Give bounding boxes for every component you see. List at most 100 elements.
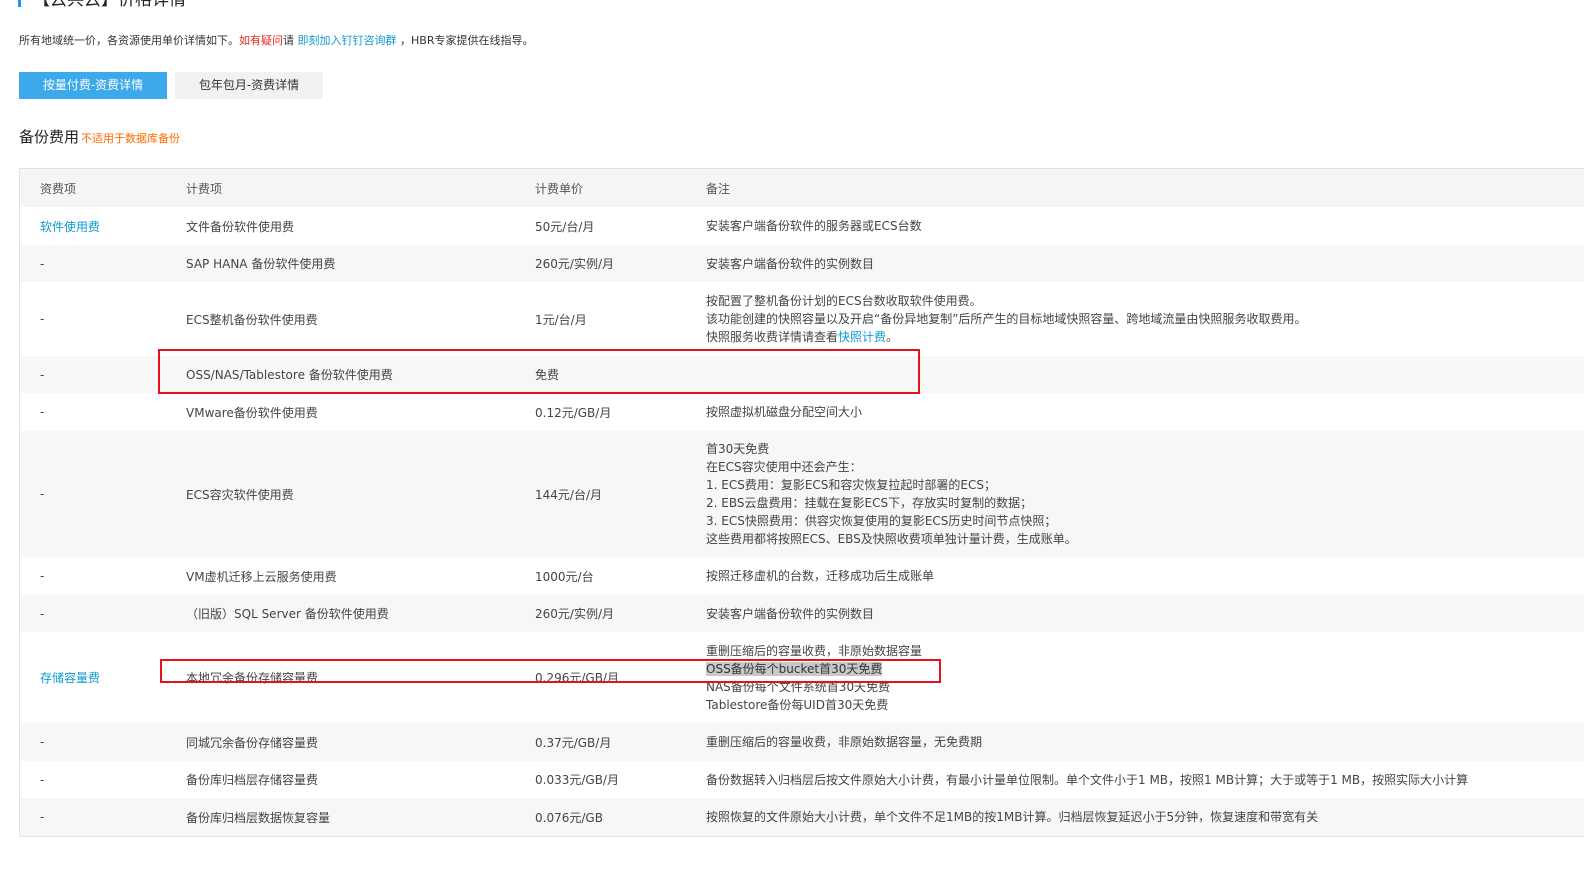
table-cell-price: 0.296元/GB/月 (535, 671, 619, 685)
table-row: 软件使用费 文件备份软件使用费 50元/台/月 安装客户端备份软件的服务器或EC… (20, 207, 1584, 245)
table-cell-notes: 重删压缩后的容量收费，非原始数据容量 OSS备份每个bucket首30天免费 N… (706, 632, 1584, 723)
table-row: - ECS整机备份软件使用费 1元/台/月 按配置了整机备份计划的ECS台数收取… (20, 282, 1584, 356)
header-notes: 备注 (706, 181, 731, 196)
snapshot-pricing-link[interactable]: 快照计费 (838, 330, 886, 344)
section-title: 备份费用 不适用于数据库备份 (19, 127, 180, 147)
table-cell-price: 50元/台/月 (535, 219, 595, 234)
note-line: NAS备份每个文件系统首30天免费 (706, 679, 891, 694)
table-cell-category: - (40, 256, 45, 271)
table-cell-category: - (40, 367, 45, 382)
table-cell-category: - (40, 772, 45, 787)
note-text: 。 (886, 330, 899, 344)
table-cell-item: 同城冗余备份存储容量费 (186, 735, 319, 750)
note-line: 按照迁移虚机的台数，迁移成功后生成账单 (706, 569, 935, 583)
intro-text-1: 所有地域统一价，各资源使用单价详情如下。 (19, 34, 239, 47)
table-row: - 备份库归档层存储容量费 0.033元/GB/月 备份数据转入归档层后按文件原… (20, 761, 1584, 798)
table-cell-item: ECS整机备份软件使用费 (186, 312, 318, 327)
note-line: 安装客户端备份软件的实例数目 (706, 606, 875, 621)
table-cell-notes: 备份数据转入归档层后按文件原始大小计费，有最小计量单位限制。单个文件小于1 MB… (706, 761, 1584, 798)
note-line: 重删压缩后的容量收费，非原始数据容量 (706, 643, 923, 658)
tab-subscription[interactable]: 包年包月-资费详情 (175, 72, 323, 99)
pricing-table: 资费项 计费项 计费单价 备注 软件使用费 文件备份软件使用费 50元/台/月 … (19, 168, 1584, 837)
note-line: Tablestore备份每UID首30天免费 (706, 697, 889, 712)
table-row: - 备份库归档层数据恢复容量 0.076元/GB 按照恢复的文件原始大小计费，单… (20, 798, 1584, 836)
table-row: - 同城冗余备份存储容量费 0.37元/GB/月 重删压缩后的容量收费，非原始数… (20, 723, 1584, 761)
table-cell-price: 0.37元/GB/月 (535, 735, 612, 750)
table-cell-item: VMware备份软件使用费 (186, 405, 318, 420)
note-line: 在ECS容灾使用中还会产生： (706, 460, 862, 474)
table-cell-item: 文件备份软件使用费 (186, 219, 295, 234)
table-cell-category: - (40, 487, 45, 501)
table-cell-notes (706, 356, 1584, 393)
note-line: 1. ECS费用：复影ECS和容灾恢复拉起时部署的ECS； (706, 478, 996, 492)
note-text: 快照服务收费详情请查看 (706, 330, 839, 344)
table-cell-notes: 安装客户端备份软件的实例数目 (706, 245, 1584, 282)
note-line: 安装客户端备份软件的实例数目 (706, 256, 875, 271)
category-link-software[interactable]: 软件使用费 (40, 218, 100, 235)
table-header-row: 资费项 计费项 计费单价 备注 (20, 169, 1584, 207)
table-cell-notes: 按照虚拟机磁盘分配空间大小 (706, 393, 1584, 431)
note-line: 按照虚拟机磁盘分配空间大小 (706, 405, 863, 419)
table-cell-notes: 首30天免费 在ECS容灾使用中还会产生： 1. ECS费用：复影ECS和容灾恢… (706, 431, 1584, 557)
section-title-text: 备份费用 (19, 128, 80, 146)
table-cell-category: - (40, 312, 45, 326)
table-row: 存储容量费 本地冗余备份存储容量费 0.296元/GB/月 重删压缩后的容量收费… (20, 632, 1584, 723)
table-row: - VM虚机迁移上云服务使用费 1000元/台 按照迁移虚机的台数，迁移成功后生… (20, 557, 1584, 595)
table-cell-price: 0.12元/GB/月 (535, 405, 612, 420)
table-row: - （旧版）SQL Server 备份软件使用费 260元/实例/月 安装客户端… (20, 595, 1584, 632)
intro-text: 所有地域统一价，各资源使用单价详情如下。如有疑问请 即刻加入钉钉咨询群 ，HBR… (19, 33, 533, 49)
table-cell-price: 0.033元/GB/月 (535, 773, 619, 787)
table-cell-category: - (40, 810, 45, 824)
table-cell-notes: 安装客户端备份软件的服务器或ECS台数 (706, 207, 1584, 245)
table-cell-category: - (40, 569, 45, 583)
table-cell-price: 260元/实例/月 (535, 607, 614, 621)
note-line: 备份数据转入归档层后按文件原始大小计费，有最小计量单位限制。单个文件小于1 MB… (706, 772, 1469, 787)
table-cell-price: 144元/台/月 (535, 487, 602, 502)
table-cell-item: VM虚机迁移上云服务使用费 (186, 569, 337, 584)
table-cell-price: 0.076元/GB (535, 810, 603, 825)
table-row: - ECS容灾软件使用费 144元/台/月 首30天免费 在ECS容灾使用中还会… (20, 431, 1584, 557)
note-line: 3. ECS快照费用：供容灾恢复使用的复影ECS历史时间节点快照； (706, 514, 1057, 528)
note-line: OSS备份每个bucket首30天免费 (706, 660, 922, 678)
table-cell-item: （旧版）SQL Server 备份软件使用费 (186, 607, 389, 621)
table-cell-item: SAP HANA 备份软件使用费 (186, 257, 336, 271)
section-note: 不适用于数据库备份 (81, 132, 181, 145)
note-line: 快照服务收费详情请查看快照计费。 (706, 328, 1306, 346)
join-dingtalk-group-link[interactable]: 即刻加入钉钉咨询群 (298, 34, 397, 47)
page-title-text: 【云共云】价格详情 (33, 0, 186, 10)
title-accent-bar (18, 0, 21, 7)
note-line: 首30天免费 (706, 442, 770, 456)
table-cell-item: 本地冗余备份存储容量费 (186, 671, 319, 685)
table-cell-notes: 重删压缩后的容量收费，非原始数据容量，无免费期 (706, 723, 1584, 761)
table-cell-price: 1元/台/月 (535, 312, 587, 327)
intro-text-2: 请 (283, 34, 298, 47)
table-cell-item: 备份库归档层存储容量费 (186, 773, 319, 787)
table-cell-price: 260元/实例/月 (535, 257, 614, 271)
intro-question-text: 如有疑问 (239, 34, 283, 47)
table-cell-price: 1000元/台 (535, 569, 594, 584)
note-line: 这些费用都将按照ECS、EBS及快照收费项单独计量计费，生成账单。 (706, 532, 1077, 546)
table-cell-notes: 按配置了整机备份计划的ECS台数收取软件使用费。 该功能创建的快照容量以及开启“… (706, 282, 1584, 356)
table-cell-item: OSS/NAS/Tablestore 备份软件使用费 (186, 368, 393, 382)
table-cell-item: ECS容灾软件使用费 (186, 487, 294, 502)
note-line: 重删压缩后的容量收费，非原始数据容量，无免费期 (706, 735, 983, 749)
table-cell-notes: 按照迁移虚机的台数，迁移成功后生成账单 (706, 557, 1584, 595)
table-row: - VMware备份软件使用费 0.12元/GB/月 按照虚拟机磁盘分配空间大小 (20, 393, 1584, 431)
header-category: 资费项 (40, 181, 77, 196)
table-cell-price: 免费 (535, 368, 560, 382)
tab-pay-as-you-go[interactable]: 按量付费-资费详情 (19, 72, 167, 99)
header-item: 计费项 (186, 181, 223, 196)
note-line: 该功能创建的快照容量以及开启“备份异地复制”后所产生的目标地域快照容量、跨地域流… (706, 312, 1307, 326)
highlighted-text: OSS备份每个bucket首30天免费 (706, 661, 883, 676)
category-link-storage[interactable]: 存储容量费 (40, 669, 100, 686)
table-row: - OSS/NAS/Tablestore 备份软件使用费 免费 (20, 356, 1584, 393)
table-cell-item: 备份库归档层数据恢复容量 (186, 810, 331, 825)
note-line: 按照恢复的文件原始大小计费，单个文件不足1MB的按1MB计算。归档层恢复延迟小于… (706, 810, 1319, 824)
table-cell-category: - (40, 606, 45, 621)
note-line: 2. EBS云盘费用：挂载在复影ECS下，存放实时复制的数据； (706, 496, 1033, 510)
table-row: - SAP HANA 备份软件使用费 260元/实例/月 安装客户端备份软件的实… (20, 245, 1584, 282)
note-line: 安装客户端备份软件的服务器或ECS台数 (706, 219, 922, 233)
intro-text-3: ，HBR专家提供在线指导。 (396, 34, 534, 47)
table-cell-category: - (40, 735, 45, 749)
table-cell-category: - (40, 405, 45, 419)
